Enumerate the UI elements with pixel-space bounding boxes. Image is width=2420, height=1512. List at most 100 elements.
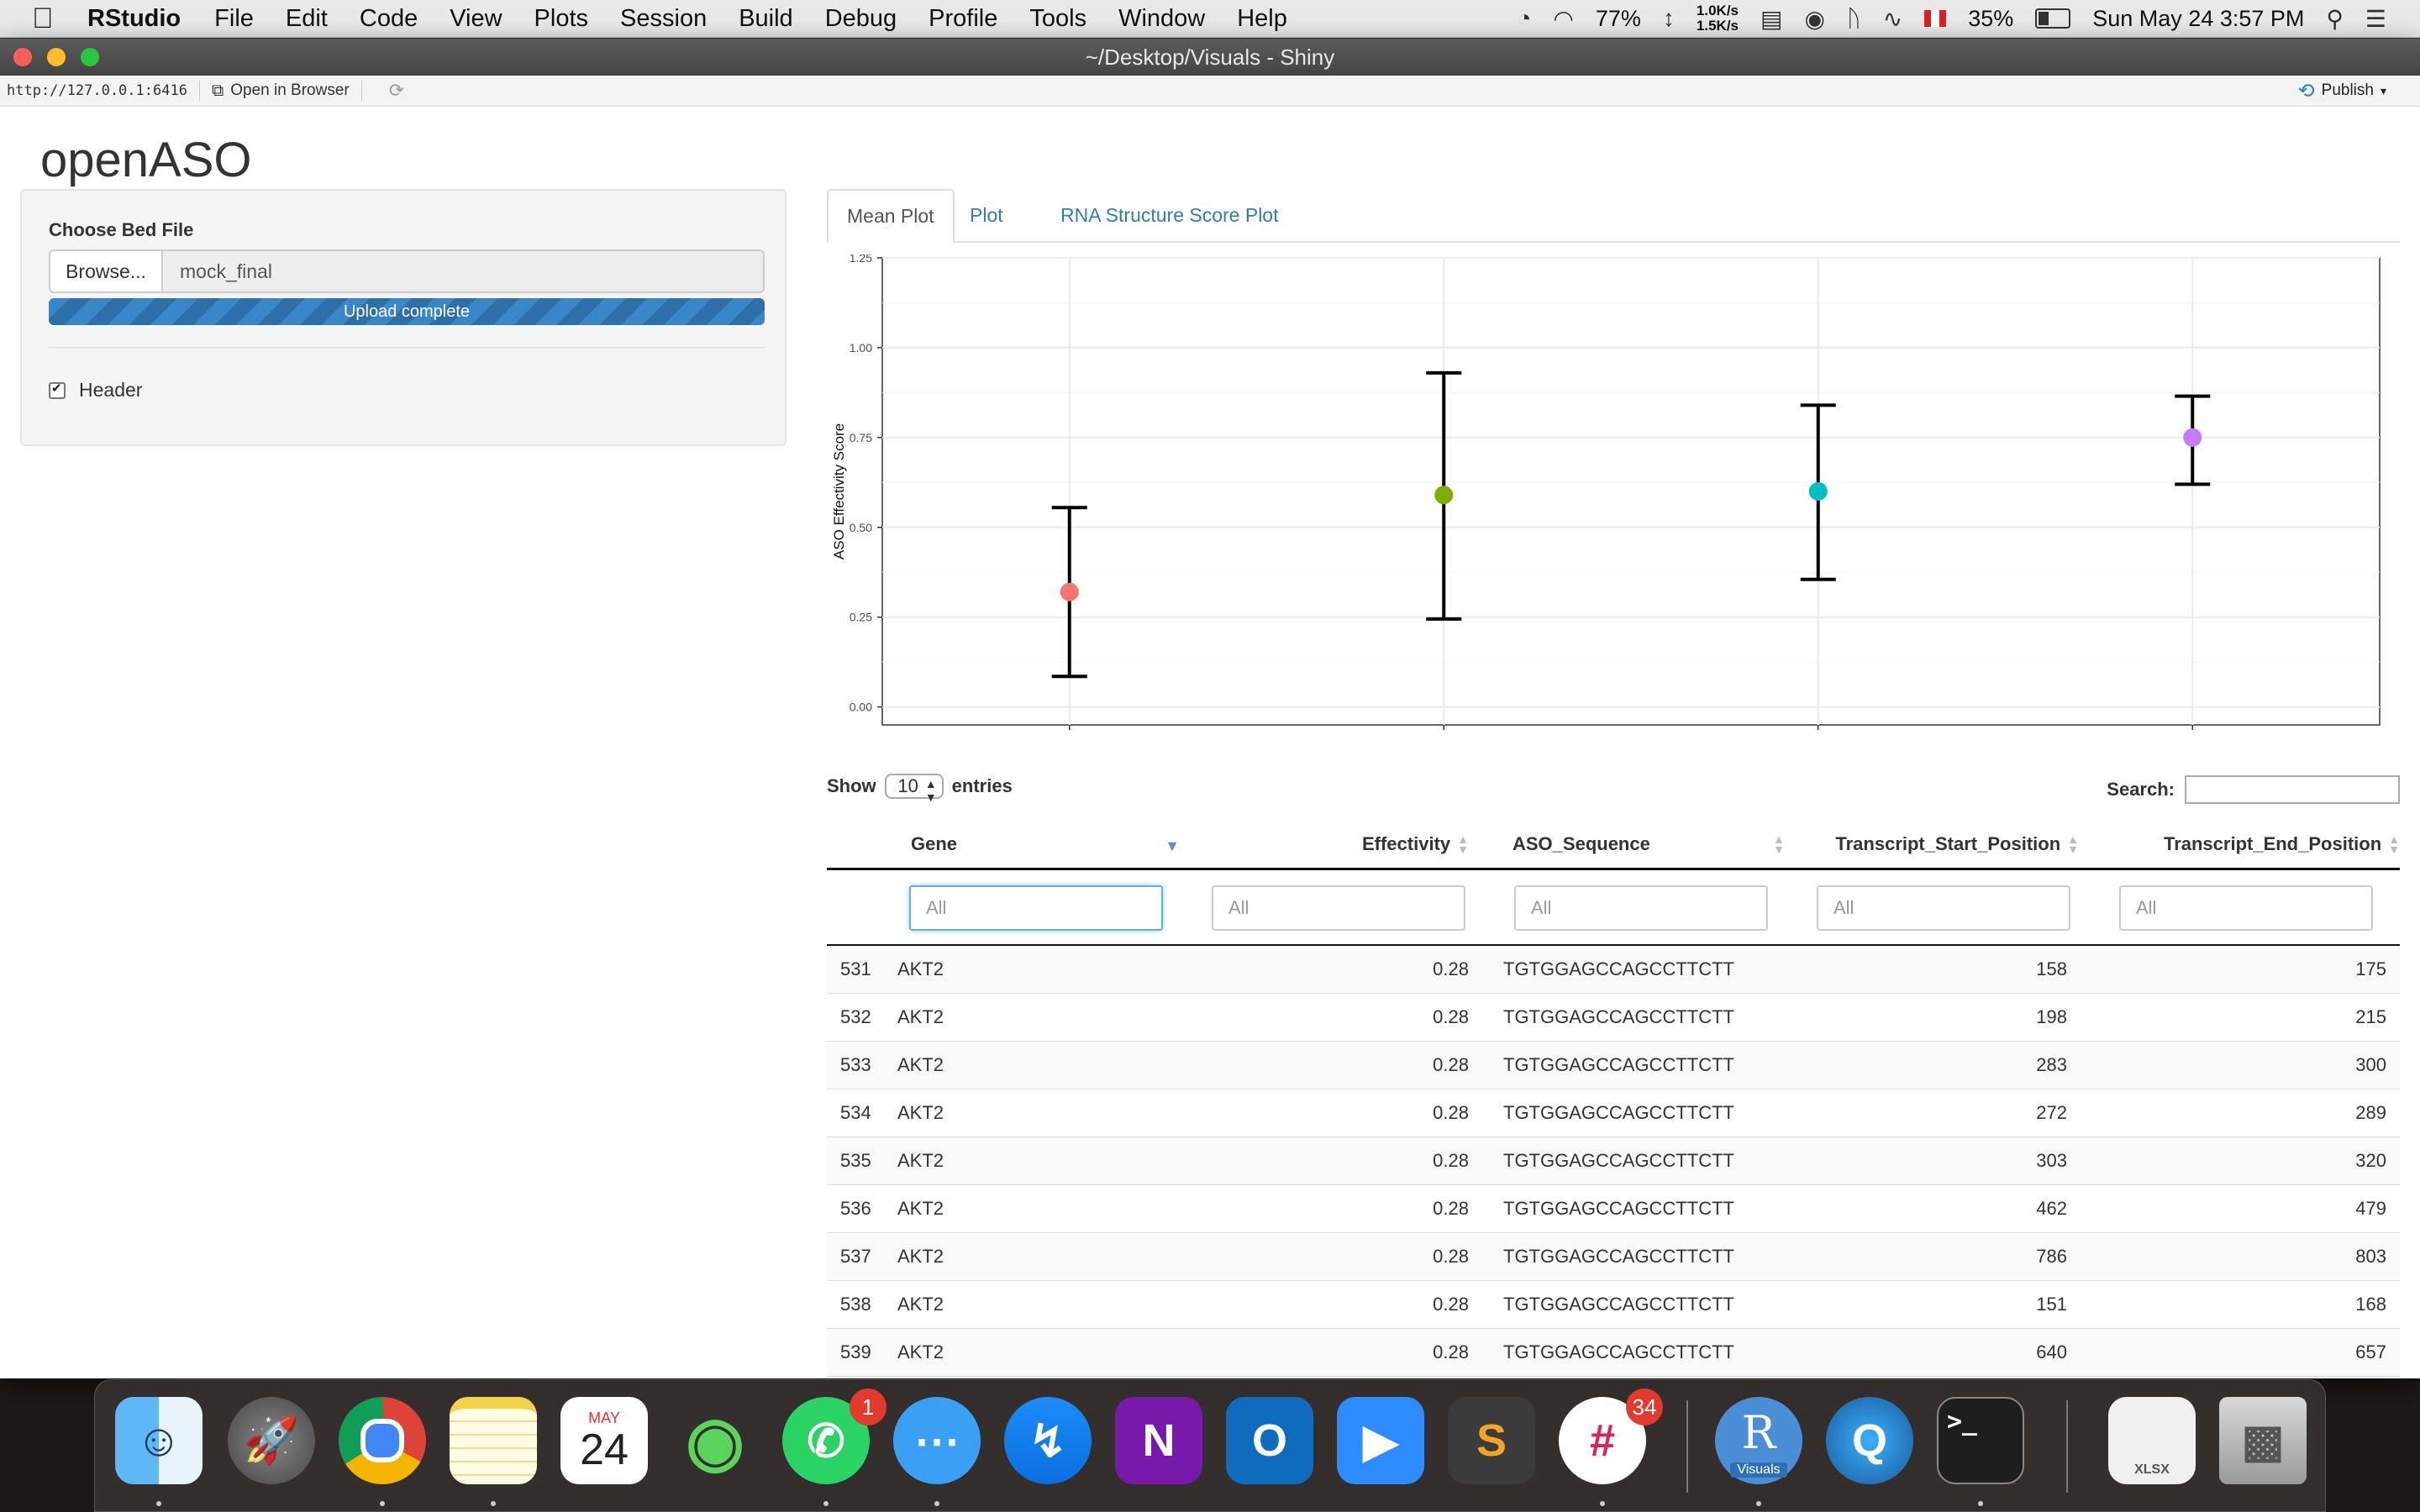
- wifi-icon[interactable]: ∿: [1883, 5, 1902, 33]
- menu-code[interactable]: Code: [360, 5, 418, 33]
- aso-sequence-cell: TGTGGAGCCAGCCTTCTT: [1503, 1341, 1734, 1362]
- column-header-transcript-end[interactable]: Transcript_End_Position ▲ ▼: [2104, 821, 2400, 868]
- menu-tools[interactable]: Tools: [1029, 5, 1086, 33]
- column-header-effectivity[interactable]: Effectivity ▲ ▼: [1197, 821, 1469, 868]
- table-row[interactable]: 534 AKT2 0.28 TGTGGAGCCAGCCTTCTT 272 289: [827, 1089, 2400, 1137]
- notes-icon[interactable]: [450, 1397, 537, 1484]
- transcript-start-filter-input[interactable]: All: [1817, 885, 2070, 931]
- upload-progress-text: Upload complete: [343, 302, 471, 321]
- calendar-day: 24: [580, 1425, 629, 1474]
- effectivity-cell: 0.28: [1433, 1102, 1469, 1123]
- menu-debug[interactable]: Debug: [825, 5, 897, 33]
- table-row[interactable]: 532 AKT2 0.28 TGTGGAGCCAGCCTTCTT 198 215: [827, 994, 2400, 1042]
- siri-icon[interactable]: ◉: [1804, 5, 1824, 33]
- open-in-browser-button[interactable]: ⧉ Open in Browser: [212, 81, 350, 101]
- table-row[interactable]: 538 AKT2 0.28 TGTGGAGCCAGCCTTCTT 151 168: [827, 1281, 2400, 1329]
- minimize-window-button[interactable]: [47, 48, 66, 66]
- browse-button[interactable]: Browse...: [49, 249, 163, 293]
- menu-window[interactable]: Window: [1118, 5, 1205, 33]
- tab-plot[interactable]: Plot: [951, 189, 1022, 241]
- documents-icon[interactable]: XLSX: [2108, 1397, 2196, 1484]
- mean-plot: 0.00 0.25 0.50 0.75 1.00 1.25 ASO Effectivity …: [827, 255, 2400, 733]
- column-header-aso-sequence[interactable]: ASO_Sequence ▲ ▼: [1512, 821, 1785, 868]
- table-row[interactable]: 537 AKT2 0.28 TGTGGAGCCAGCCTTCTT 786 803: [827, 1233, 2400, 1281]
- cpu-percent[interactable]: 77%: [1596, 6, 1641, 32]
- clock[interactable]: Sun May 24 3:57 PM: [2092, 6, 2304, 32]
- file-name-field[interactable]: mock_final: [161, 249, 765, 293]
- open-in-browser-label: Open in Browser: [230, 81, 350, 99]
- launchpad-icon[interactable]: 🚀: [228, 1397, 315, 1484]
- apple-menu-icon[interactable]: : [32, 3, 66, 35]
- aso-sequence-filter-input[interactable]: All: [1514, 885, 1768, 931]
- cpu-gauge-icon[interactable]: ◠: [1553, 5, 1573, 33]
- tab-rna-structure-score-plot[interactable]: RNA Structure Score Plot: [1042, 189, 1297, 241]
- menu-session[interactable]: Session: [620, 5, 707, 33]
- menu-plots[interactable]: Plots: [534, 5, 588, 33]
- menu-file[interactable]: File: [214, 5, 254, 33]
- onenote-icon[interactable]: N: [1115, 1397, 1202, 1484]
- close-window-button[interactable]: [13, 48, 32, 66]
- header-checkbox-row[interactable]: Header: [49, 379, 142, 402]
- calendar-icon[interactable]: MAY 24: [560, 1397, 648, 1484]
- entries-select[interactable]: 10 ▲ ▼: [884, 774, 944, 804]
- finder-icon[interactable]: ☺: [115, 1397, 203, 1484]
- publish-button[interactable]: ⟲ Publish ▾: [2298, 79, 2386, 103]
- sublime-icon[interactable]: S: [1448, 1397, 1535, 1484]
- table-row[interactable]: 533 AKT2 0.28 TGTGGAGCCAGCCTTCTT 283 300: [827, 1042, 2400, 1089]
- menu-build[interactable]: Build: [739, 5, 793, 33]
- messenger-icon[interactable]: ↯: [1004, 1397, 1092, 1484]
- outlook-icon[interactable]: O: [1226, 1397, 1313, 1484]
- spinner-icon[interactable]: ◔: [1518, 5, 1532, 32]
- gene-filter-input[interactable]: All: [909, 885, 1163, 931]
- chrome-icon[interactable]: [339, 1397, 426, 1484]
- search-input[interactable]: [2185, 775, 2400, 804]
- spotlight-search-icon[interactable]: ⚲: [2326, 5, 2344, 33]
- header-checkbox[interactable]: [49, 381, 66, 399]
- calendar-month: MAY: [588, 1409, 620, 1426]
- transcript-start-cell: 303: [2036, 1150, 2067, 1171]
- messages-icon[interactable]: ⋯: [893, 1397, 981, 1484]
- table-row[interactable]: 536 AKT2 0.28 TGTGGAGCCAGCCTTCTT 462 479: [827, 1185, 2400, 1233]
- notification-center-icon[interactable]: ☰: [2365, 5, 2386, 33]
- window-titlebar[interactable]: ~/Desktop/Visuals - Shiny: [0, 39, 2420, 76]
- trash-icon[interactable]: ▩: [2219, 1397, 2307, 1484]
- aso-sequence-cell: TGTGGAGCCAGCCTTCTT: [1503, 1246, 1734, 1267]
- effectivity-filter-input[interactable]: All: [1212, 885, 1465, 931]
- network-speed[interactable]: 1.0K/s 1.5K/s: [1697, 3, 1739, 34]
- table-row[interactable]: 531 AKT2 0.28 TGTGGAGCCAGCCTTCTT 158 175: [827, 946, 2400, 994]
- transcript-end-cell: 657: [2355, 1341, 2386, 1362]
- terminal-icon[interactable]: >_: [1937, 1397, 2024, 1484]
- column-header-label: Effectivity: [1361, 833, 1451, 854]
- app-menu[interactable]: RStudio: [87, 5, 181, 33]
- select-arrows-icon: ▲ ▼: [924, 777, 937, 804]
- tab-mean-plot[interactable]: Mean Plot: [827, 189, 955, 243]
- app-url[interactable]: http://127.0.0.1:6416: [7, 82, 187, 99]
- battery-icon[interactable]: [2035, 8, 2071, 29]
- menu-edit[interactable]: Edit: [286, 5, 328, 33]
- input-source-flag-icon[interactable]: [1924, 10, 1947, 27]
- quicktime-icon[interactable]: Q: [1826, 1397, 1913, 1484]
- table-row[interactable]: 539 AKT2 0.28 TGTGGAGCCAGCCTTCTT 640 657: [827, 1329, 2400, 1377]
- net-up: 1.0K/s: [1696, 3, 1739, 18]
- shiny-window: ~/Desktop/Visuals - Shiny http://127.0.0…: [0, 39, 2420, 1378]
- column-header-gene[interactable]: Gene ▼: [911, 821, 1180, 868]
- wechat-icon[interactable]: ◉: [671, 1397, 759, 1484]
- menu-help[interactable]: Help: [1237, 5, 1287, 33]
- transcript-start-cell: 786: [2036, 1246, 2067, 1267]
- menu-profile[interactable]: Profile: [929, 5, 997, 33]
- mean-point-akt2: [1060, 582, 1079, 601]
- display-icon[interactable]: ▤: [1760, 5, 1782, 33]
- refresh-icon[interactable]: ⟳: [389, 80, 404, 102]
- menu-view[interactable]: View: [450, 5, 502, 33]
- column-header-transcript-start[interactable]: Transcript_Start_Position ▲ ▼: [1802, 821, 2079, 868]
- zoom-icon[interactable]: ▶: [1337, 1397, 1424, 1484]
- bluetooth-icon[interactable]: ᚢ: [1847, 5, 1861, 32]
- transcript-end-filter-input[interactable]: All: [2119, 885, 2373, 931]
- rstudio-icon[interactable]: R Visuals: [1715, 1397, 1802, 1484]
- table-row[interactable]: 535 AKT2 0.28 TGTGGAGCCAGCCTTCTT 303 320: [827, 1137, 2400, 1185]
- running-indicator: [1756, 1501, 1761, 1506]
- aso-sequence-cell: TGTGGAGCCAGCCTTCTT: [1503, 958, 1734, 979]
- zoom-window-button[interactable]: [81, 48, 99, 66]
- battery-percent[interactable]: 35%: [1968, 6, 2013, 32]
- transcript-start-cell: 198: [2036, 1006, 2067, 1027]
